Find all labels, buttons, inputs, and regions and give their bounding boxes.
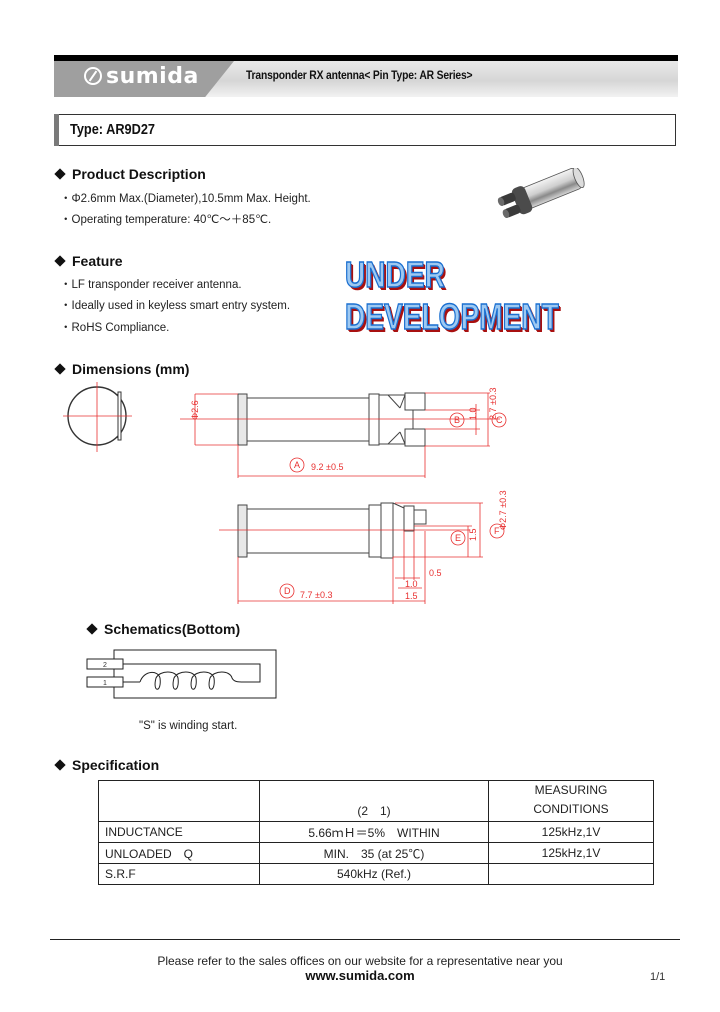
table-row: INDUCTANCE 5.66ｍＨ＝5% WITHIN 125kHz,1V [98, 821, 654, 843]
label-b: B [454, 415, 460, 425]
label-d: D [284, 586, 291, 596]
bullet-dot: ・ [60, 214, 72, 226]
dimension-drawing: Φ2.6 A 9.2 ±0.5 B 1.0 C 2.7 ±0.3 D 7.7 ±… [63, 382, 508, 604]
pin-2-label: 2 [103, 662, 107, 669]
table-cell: 5.66ｍＨ＝5% WITHIN [259, 821, 489, 843]
sumida-logo: sumida [84, 63, 199, 89]
description-item: ・Φ2.6mm Max.(Diameter),10.5mm Max. Heigh… [60, 190, 311, 206]
value-a: 9.2 ±0.5 [311, 462, 343, 472]
diamond-bullet-icon [54, 363, 66, 375]
specification-heading: Specification [54, 757, 159, 773]
header-cell: (2 1) [259, 780, 489, 822]
footer-note: Please refer to the sales offices on our… [157, 954, 563, 968]
bullet-dot: ・ [60, 322, 72, 334]
pin-1-label: 1 [103, 680, 107, 687]
table-cell: 125kHz,1V [488, 821, 654, 843]
table-header-row: (2 1) MEASURING CONDITIONS [98, 780, 654, 822]
header-cond-line: MEASURING [534, 783, 608, 797]
heading-text: Specification [72, 757, 160, 773]
value-c: 2.7 ±0.3 [488, 388, 498, 420]
table-row: UNLOADED Q MIN. 35 (at 25℃) 125kHz,1V [98, 842, 654, 864]
table-cell: 125kHz,1V [488, 842, 654, 864]
table-cell: MIN. 35 (at 25℃) [259, 842, 489, 864]
value-d: 7.7 ±0.3 [300, 590, 332, 600]
table-cell [488, 863, 654, 885]
sumida-logo-icon [84, 67, 102, 85]
side-view-bottom [237, 502, 427, 559]
end-view-centerlines [63, 382, 132, 452]
bullet-dot: ・ [60, 279, 72, 291]
feature-text: Ideally used in keyless smart entry syst… [71, 300, 291, 312]
heading-text: Feature [72, 253, 123, 269]
footer-divider [50, 939, 680, 940]
page-number: 1/1 [650, 971, 666, 983]
header-cell-conditions: MEASURING CONDITIONS [488, 780, 654, 822]
website-link[interactable]: www.sumida.com [0, 968, 720, 983]
diamond-bullet-icon [54, 255, 66, 267]
schematics-heading: Schematics(Bottom) [86, 621, 240, 637]
header-cond-line: CONDITIONS [533, 802, 609, 816]
heading-text: Product Description [72, 166, 206, 182]
diamond-bullet-icon [54, 759, 66, 771]
value-e: 1.5 [468, 528, 478, 541]
value-0-5: 0.5 [429, 568, 442, 578]
coil-winding [139, 671, 245, 690]
table-cell: 540kHz (Ref.) [259, 863, 489, 885]
description-item: ・Operating temperature: 40℃～＋85℃. [60, 211, 271, 227]
schematic-note: "S" is winding start. [139, 720, 238, 732]
dimensions-heading: Dimensions (mm) [54, 361, 189, 377]
table-cell: S.R.F [98, 863, 260, 885]
feature-item: ・LF transponder receiver antenna. [60, 276, 242, 292]
value-f: Φ2.7 ±0.3 [498, 490, 508, 530]
header-cell [98, 780, 260, 822]
under-development-stamp: UNDER DEVELOPMENT [344, 253, 559, 338]
product-photo [497, 168, 585, 219]
type-box-accent [54, 114, 59, 146]
schematic-diagram: 2 1 [86, 649, 277, 699]
table-row: S.R.F 540kHz (Ref.) [98, 863, 654, 885]
table-cell: INDUCTANCE [98, 821, 260, 843]
label-e: E [455, 533, 461, 543]
type-label: Type: AR9D27 [70, 121, 156, 138]
heading-text: Schematics(Bottom) [104, 621, 241, 637]
diameter-label: Φ2.6 [190, 400, 200, 420]
bullet-dot: ・ [60, 300, 72, 312]
diamond-bullet-icon [54, 168, 66, 180]
feature-item: ・RoHS Compliance. [60, 319, 169, 335]
brand-name: sumida [106, 63, 199, 89]
label-a: A [294, 460, 300, 470]
heading-text: Dimensions (mm) [72, 361, 190, 377]
table-cell: UNLOADED Q [98, 842, 260, 864]
value-1-0: 1.0 [405, 579, 418, 589]
diamond-bullet-icon [86, 623, 98, 635]
description-text: Φ2.6mm Max.(Diameter),10.5mm Max. Height… [71, 193, 311, 205]
feature-text: LF transponder receiver antenna. [71, 279, 242, 291]
specification-table: (2 1) MEASURING CONDITIONS INDUCTANCE 5.… [98, 780, 654, 885]
bullet-dot: ・ [60, 193, 72, 205]
product-description-heading: Product Description [54, 166, 206, 182]
value-b: 1.0 [468, 407, 478, 420]
feature-heading: Feature [54, 253, 123, 269]
document-title: Transponder RX antenna< Pin Type: AR Ser… [246, 68, 473, 82]
description-text: Operating temperature: 40℃～＋85℃. [71, 214, 272, 226]
side-view-top [237, 392, 426, 447]
feature-item: ・Ideally used in keyless smart entry sys… [60, 297, 290, 313]
feature-text: RoHS Compliance. [71, 322, 170, 334]
value-1-5: 1.5 [405, 591, 418, 601]
